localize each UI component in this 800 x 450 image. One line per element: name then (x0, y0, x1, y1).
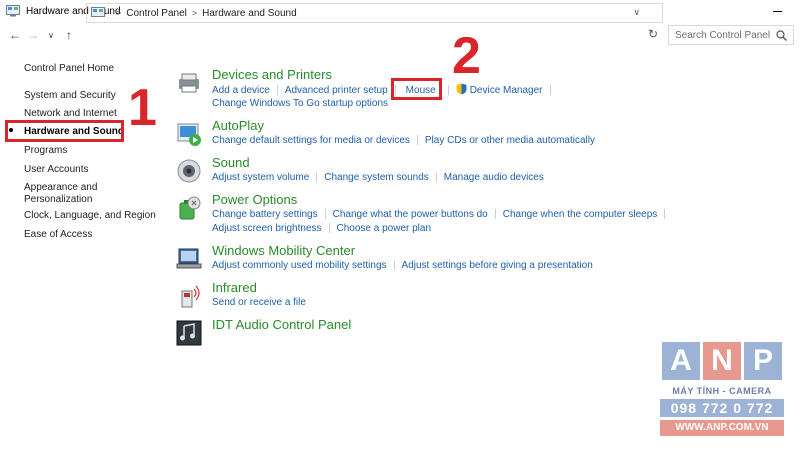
sidebar-item-control-panel-home[interactable]: Control Panel Home (24, 62, 114, 75)
watermark-letter: N (703, 342, 741, 380)
link-change-windows-to-go[interactable]: Change Windows To Go startup options (212, 98, 388, 109)
sidebar-item-system-and-security[interactable]: System and Security (24, 89, 116, 102)
printer-icon (179, 73, 199, 93)
address-bar[interactable]: > Control Panel > Hardware and Sound ∨ (86, 3, 663, 23)
breadcrumb-hardware-and-sound[interactable]: Hardware and Sound (202, 8, 297, 19)
watermark-tagline: MÁY TÍNH - CAMERA (672, 386, 772, 396)
chevron-down-icon: ∨ (48, 30, 54, 40)
annotation-box-1 (5, 120, 124, 142)
refresh-icon: ↻ (647, 27, 659, 41)
idt-audio-icon (176, 320, 202, 346)
watermark-logo: A N P (662, 342, 782, 380)
recent-locations-button[interactable]: ∨ (42, 26, 60, 44)
arrow-up-icon: ↑ (66, 28, 72, 42)
autoplay-icon (177, 123, 201, 146)
watermark-letter: P (744, 342, 782, 380)
arrow-left-icon: ← (9, 28, 21, 42)
minimize-button[interactable] (768, 3, 786, 19)
sidebar-item-network-and-internet[interactable]: Network and Internet (24, 107, 117, 120)
link-manage-audio-devices[interactable]: Manage audio devices (444, 172, 544, 183)
category-title[interactable]: Windows Mobility Center (212, 243, 355, 258)
search-icon (776, 29, 787, 41)
link-send-or-receive-file[interactable]: Send or receive a file (212, 297, 306, 308)
sidebar-item-clock-language-region[interactable]: Clock, Language, and Region (24, 209, 156, 222)
category-title[interactable]: Devices and Printers (212, 67, 332, 82)
sidebar-item-appearance-line2[interactable]: Personalization (24, 193, 92, 206)
control-panel-icon (91, 7, 105, 17)
link-change-power-buttons[interactable]: Change what the power buttons do (333, 209, 488, 220)
up-button[interactable]: ↑ (60, 26, 78, 44)
refresh-button[interactable]: ↻ (645, 26, 661, 42)
watermark-letter: A (662, 342, 700, 380)
category-title[interactable]: Infrared (212, 280, 257, 295)
anp-watermark: A N P MÁY TÍNH - CAMERA 098 772 0 772 WW… (660, 342, 790, 442)
category-title[interactable]: Power Options (212, 192, 297, 207)
control-panel-icon (6, 5, 20, 17)
link-play-cds-automatically[interactable]: Play CDs or other media automatically (425, 135, 595, 146)
chevron-right-icon[interactable]: > (192, 8, 197, 18)
annotation-step-2: 2 (452, 27, 481, 85)
link-adjust-system-volume[interactable]: Adjust system volume (212, 172, 309, 183)
link-add-a-device[interactable]: Add a device (212, 85, 270, 96)
annotation-box-2 (391, 78, 442, 100)
link-device-manager[interactable]: Device Manager (470, 85, 543, 96)
link-advanced-printer-setup[interactable]: Advanced printer setup (285, 85, 388, 96)
category-links: Change default settings for media or dev… (212, 134, 595, 148)
chevron-right-icon: > (116, 8, 122, 18)
link-choose-power-plan[interactable]: Choose a power plan (337, 223, 432, 234)
category-title[interactable]: Sound (212, 155, 250, 170)
category-title[interactable]: AutoPlay (212, 118, 264, 133)
sidebar-item-programs[interactable]: Programs (24, 144, 67, 157)
link-adjust-presentation-settings[interactable]: Adjust settings before giving a presenta… (402, 260, 593, 271)
speaker-icon (177, 159, 201, 183)
address-dropdown-icon[interactable]: ∨ (633, 7, 640, 18)
sidebar-item-user-accounts[interactable]: User Accounts (24, 163, 88, 176)
sidebar-item-ease-of-access[interactable]: Ease of Access (24, 228, 92, 241)
power-options-icon (179, 196, 201, 220)
breadcrumb-control-panel[interactable]: Control Panel (126, 8, 187, 19)
watermark-phone: 098 772 0 772 (660, 399, 784, 417)
minimize-icon (772, 10, 782, 12)
category-links: Adjust commonly used mobility settings Ad… (212, 259, 593, 273)
link-change-default-media-settings[interactable]: Change default settings for media or dev… (212, 135, 410, 146)
search-placeholder: Search Control Panel (675, 29, 771, 41)
watermark-website: WWW.ANP.COM.VN (660, 420, 784, 436)
link-adjust-mobility-settings[interactable]: Adjust commonly used mobility settings (212, 260, 387, 271)
forward-button[interactable]: → (24, 26, 42, 44)
link-change-sleep[interactable]: Change when the computer sleeps (503, 209, 658, 220)
search-input[interactable]: Search Control Panel (668, 25, 794, 45)
back-button[interactable]: ← (6, 26, 24, 44)
mobility-center-icon (176, 248, 202, 269)
category-links: Adjust system volume Change system sounds… (212, 171, 544, 185)
infrared-icon (181, 285, 200, 308)
category-links: Add a device Advanced printer setup Mouse D… (212, 83, 558, 111)
link-adjust-screen-brightness[interactable]: Adjust screen brightness (212, 223, 322, 234)
link-change-battery-settings[interactable]: Change battery settings (212, 209, 318, 220)
arrow-right-icon: → (27, 28, 39, 42)
link-change-system-sounds[interactable]: Change system sounds (324, 172, 429, 183)
category-title[interactable]: IDT Audio Control Panel (212, 317, 351, 332)
category-links: Send or receive a file (212, 296, 306, 310)
annotation-step-1: 1 (128, 79, 157, 137)
category-links: Change battery settings Change what the p… (212, 208, 672, 236)
